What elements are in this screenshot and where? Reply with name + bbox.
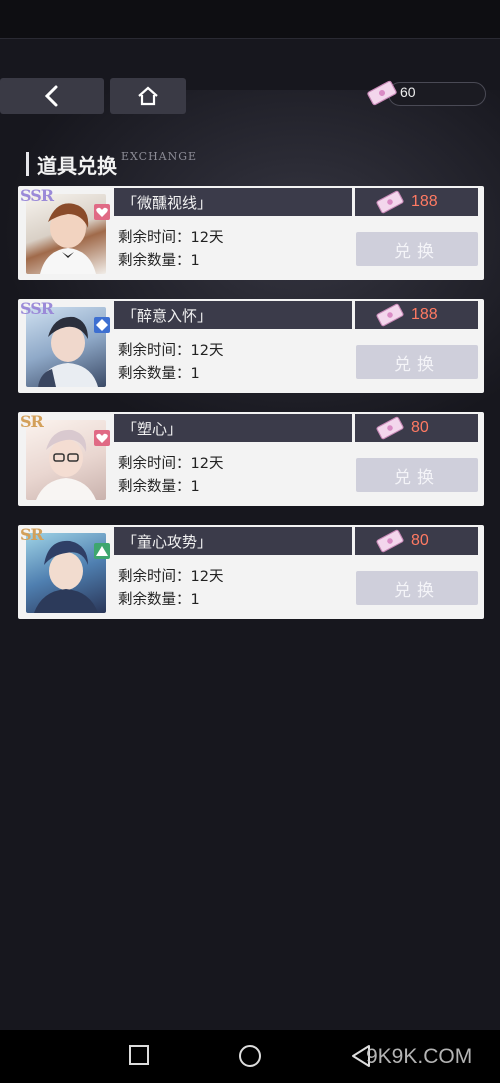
section-subtitle: EXCHANGE <box>121 150 198 163</box>
price-value: 80 <box>411 419 429 436</box>
item-name: 「塑心」 <box>122 419 183 438</box>
section-title-text: 道具兑换 <box>37 154 117 178</box>
heart-icon <box>94 204 110 220</box>
diamond-icon <box>94 317 110 333</box>
exchange-button[interactable]: 兑换 <box>356 232 478 266</box>
item-price: 80 <box>355 414 478 442</box>
item-name-bar: 「塑心」 <box>114 414 352 442</box>
home-button[interactable] <box>110 78 186 114</box>
rarity-label: SR <box>20 525 44 544</box>
price-value: 188 <box>411 306 438 323</box>
currency-display: 60 <box>366 80 486 106</box>
home-nav-icon[interactable] <box>238 1044 262 1068</box>
rarity-label: SSR <box>20 186 54 205</box>
chevron-left-icon <box>44 85 58 107</box>
exchange-button[interactable]: 兑换 <box>356 345 478 379</box>
title-bar <box>26 152 29 176</box>
item-name: 「醉意入怀」 <box>122 306 213 325</box>
remaining-time: 剩余时间：12天 <box>118 569 224 585</box>
exchange-button[interactable]: 兑换 <box>356 571 478 605</box>
rarity-label: SR <box>20 412 44 431</box>
back-button[interactable] <box>0 78 104 114</box>
triangle-icon <box>94 543 110 559</box>
price-value: 80 <box>411 532 429 549</box>
remaining-time: 剩余时间：12天 <box>118 343 224 359</box>
exchange-button[interactable]: 兑换 <box>356 458 478 492</box>
status-bar <box>0 0 500 39</box>
exchange-item: SSR 「微醺视线」 188 剩余时间：12天 剩余数量：1 兑换 <box>18 186 484 280</box>
rarity-label: SSR <box>20 299 54 318</box>
recent-apps-icon[interactable] <box>128 1044 150 1066</box>
remaining-quantity: 剩余数量：1 <box>118 479 200 495</box>
exchange-item: SR 「塑心」 80 剩余时间：12天 剩余数量：1 兑换 <box>18 412 484 506</box>
item-name: 「童心攻势」 <box>122 532 213 551</box>
ticket-icon <box>376 529 404 553</box>
ticket-icon <box>376 190 404 214</box>
watermark: 9K9K.COM <box>366 1045 473 1068</box>
ticket-icon <box>376 303 404 327</box>
remaining-quantity: 剩余数量：1 <box>118 366 200 382</box>
item-name: 「微醺视线」 <box>122 193 213 212</box>
remaining-quantity: 剩余数量：1 <box>118 592 200 608</box>
heart-icon <box>94 430 110 446</box>
exchange-item: SR 「童心攻势」 80 剩余时间：12天 剩余数量：1 兑换 <box>18 525 484 619</box>
remaining-quantity: 剩余数量：1 <box>118 253 200 269</box>
home-icon <box>138 86 158 106</box>
item-price: 188 <box>355 188 478 216</box>
exchange-item: SSR 「醉意入怀」 188 剩余时间：12天 剩余数量：1 兑换 <box>18 299 484 393</box>
price-value: 188 <box>411 193 438 210</box>
item-name-bar: 「微醺视线」 <box>114 188 352 216</box>
section-title: 道具兑换 EXCHANGE <box>26 150 197 178</box>
currency-value: 60 <box>400 84 416 100</box>
ticket-icon <box>367 80 397 106</box>
ticket-icon <box>376 416 404 440</box>
remaining-time: 剩余时间：12天 <box>118 230 224 246</box>
item-price: 80 <box>355 527 478 555</box>
item-name-bar: 「童心攻势」 <box>114 527 352 555</box>
remaining-time: 剩余时间：12天 <box>118 456 224 472</box>
item-price: 188 <box>355 301 478 329</box>
item-name-bar: 「醉意入怀」 <box>114 301 352 329</box>
